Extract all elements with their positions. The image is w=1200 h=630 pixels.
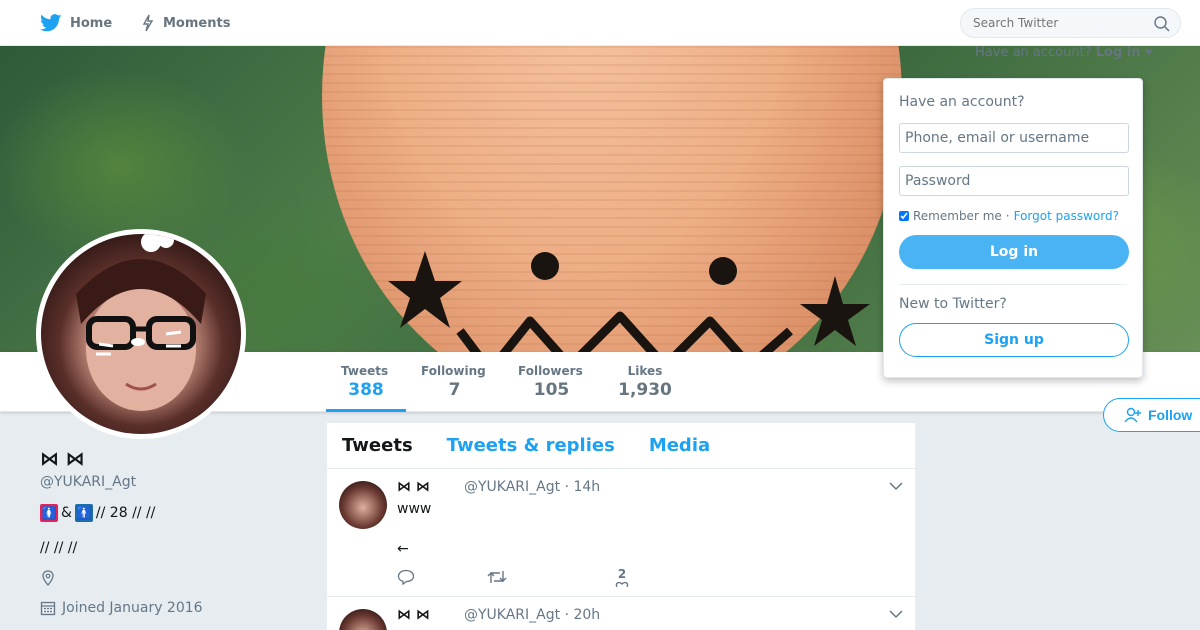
stat-label: Following bbox=[421, 364, 486, 378]
follow-button[interactable]: Follow bbox=[1103, 398, 1200, 432]
profile-bio: 🚺 & 🚹 // 28 // // bbox=[40, 504, 310, 522]
stat-label: Tweets bbox=[341, 364, 389, 378]
avatar-glasses-icon bbox=[76, 234, 206, 411]
stat-following[interactable]: Following 7 bbox=[406, 352, 503, 412]
reply-icon bbox=[397, 569, 415, 585]
heart-icon bbox=[615, 581, 629, 587]
profile-handle[interactable]: @YUKARI_Agt bbox=[40, 474, 310, 490]
account-login-toggle[interactable]: Have an account? Log in bbox=[975, 45, 1153, 60]
profile-avatar-frame[interactable] bbox=[36, 229, 246, 439]
separator-dot: · bbox=[1005, 209, 1010, 223]
search-icon[interactable] bbox=[1154, 16, 1170, 32]
stat-value: 1,930 bbox=[618, 380, 672, 400]
bio-amp: & bbox=[61, 505, 72, 521]
tab-tweets-replies[interactable]: Tweets & replies bbox=[447, 435, 615, 456]
nav-home-link[interactable]: Home bbox=[40, 0, 112, 46]
calendar-icon bbox=[40, 601, 56, 616]
profile-location bbox=[40, 570, 310, 586]
twitter-bird-icon bbox=[40, 14, 62, 32]
profile-joined: Joined January 2016 bbox=[40, 600, 310, 616]
stat-value: 388 bbox=[348, 380, 384, 400]
male-sign-icon: 🚹 bbox=[74, 504, 93, 522]
tweet-author-name[interactable]: ⋈ ⋈ bbox=[397, 479, 430, 495]
profile-card: ⋈ ⋈ @YUKARI_Agt 🚺 & 🚹 // 28 // // // // … bbox=[40, 448, 310, 616]
tweet-actions: 2 bbox=[397, 567, 667, 587]
search-box bbox=[960, 8, 1181, 38]
like-count: 2 bbox=[617, 567, 627, 581]
timeline-tabs: Tweets Tweets & replies Media bbox=[327, 423, 915, 469]
remember-row: Remember me · Forgot password? bbox=[899, 209, 1127, 223]
stat-value: 105 bbox=[533, 380, 570, 400]
chevron-down-icon[interactable] bbox=[889, 609, 903, 619]
top-nav: Home Moments bbox=[0, 0, 1200, 46]
bio-text: // 28 // // bbox=[95, 505, 156, 521]
stat-value: 7 bbox=[448, 380, 461, 400]
stat-followers[interactable]: Followers 105 bbox=[503, 352, 600, 412]
like-button[interactable]: 2 bbox=[577, 567, 667, 587]
remember-label: Remember me bbox=[913, 209, 1002, 223]
timeline: Tweets Tweets & replies Media ⋈ ⋈ @YUKAR… bbox=[327, 423, 915, 630]
avatar bbox=[41, 234, 241, 434]
lightning-icon bbox=[142, 14, 154, 32]
profile-name[interactable]: ⋈ ⋈ bbox=[40, 448, 310, 470]
nav-moments-link[interactable]: Moments bbox=[141, 0, 230, 46]
tweet-item[interactable]: ⋈ ⋈ @YUKARI_Agt · 14h www ← 2 bbox=[327, 469, 915, 597]
tab-tweets[interactable]: Tweets bbox=[342, 435, 413, 456]
joined-date: Joined January 2016 bbox=[62, 600, 203, 616]
chevron-down-icon[interactable] bbox=[889, 481, 903, 491]
tweet-author-name[interactable]: ⋈ ⋈ bbox=[397, 607, 430, 623]
banner-face-drawing bbox=[388, 251, 870, 352]
tab-media[interactable]: Media bbox=[649, 435, 710, 456]
nav-moments-label: Moments bbox=[163, 15, 231, 31]
tweet-item[interactable]: ⋈ ⋈ @YUKARI_Agt · 20h bbox=[327, 597, 915, 630]
new-to-twitter-prompt: New to Twitter? bbox=[899, 296, 1007, 312]
stat-tweets[interactable]: Tweets 388 bbox=[326, 352, 406, 412]
nav-home-label: Home bbox=[70, 15, 113, 31]
login-dropdown-title: Have an account? bbox=[899, 94, 1025, 110]
follow-label: Follow bbox=[1148, 407, 1193, 423]
login-dropdown: Have an account? Remember me · Forgot pa… bbox=[883, 78, 1143, 378]
retweet-icon bbox=[487, 571, 507, 583]
reply-button[interactable] bbox=[397, 569, 487, 585]
tweet-handle-time[interactable]: @YUKARI_Agt · 14h bbox=[464, 479, 600, 495]
username-field[interactable] bbox=[899, 123, 1129, 153]
search-input[interactable] bbox=[973, 16, 1143, 30]
login-button[interactable]: Log in bbox=[899, 235, 1129, 269]
caret-down-icon bbox=[1144, 50, 1153, 55]
stat-label: Likes bbox=[627, 364, 663, 378]
tweet-handle-time[interactable]: @YUKARI_Agt · 20h bbox=[464, 607, 600, 623]
account-prompt: Have an account? bbox=[975, 45, 1092, 60]
tweet-avatar[interactable] bbox=[339, 481, 387, 529]
profile-bio-line2: // // // bbox=[40, 540, 78, 556]
stat-label: Followers bbox=[518, 364, 583, 378]
female-sign-icon: 🚺 bbox=[40, 504, 58, 522]
stat-likes[interactable]: Likes 1,930 bbox=[600, 352, 690, 412]
signup-button[interactable]: Sign up bbox=[899, 323, 1129, 357]
password-field[interactable] bbox=[899, 166, 1129, 196]
tweet-avatar[interactable] bbox=[339, 609, 387, 630]
location-pin-icon bbox=[42, 570, 54, 586]
login-link[interactable]: Log in bbox=[1096, 45, 1141, 60]
forgot-password-link[interactable]: Forgot password? bbox=[1014, 209, 1119, 223]
dropdown-divider bbox=[899, 284, 1127, 285]
follow-person-icon bbox=[1124, 407, 1141, 423]
remember-checkbox[interactable] bbox=[899, 211, 909, 221]
tweet-text: www ← bbox=[397, 501, 432, 557]
retweet-button[interactable] bbox=[487, 569, 577, 585]
